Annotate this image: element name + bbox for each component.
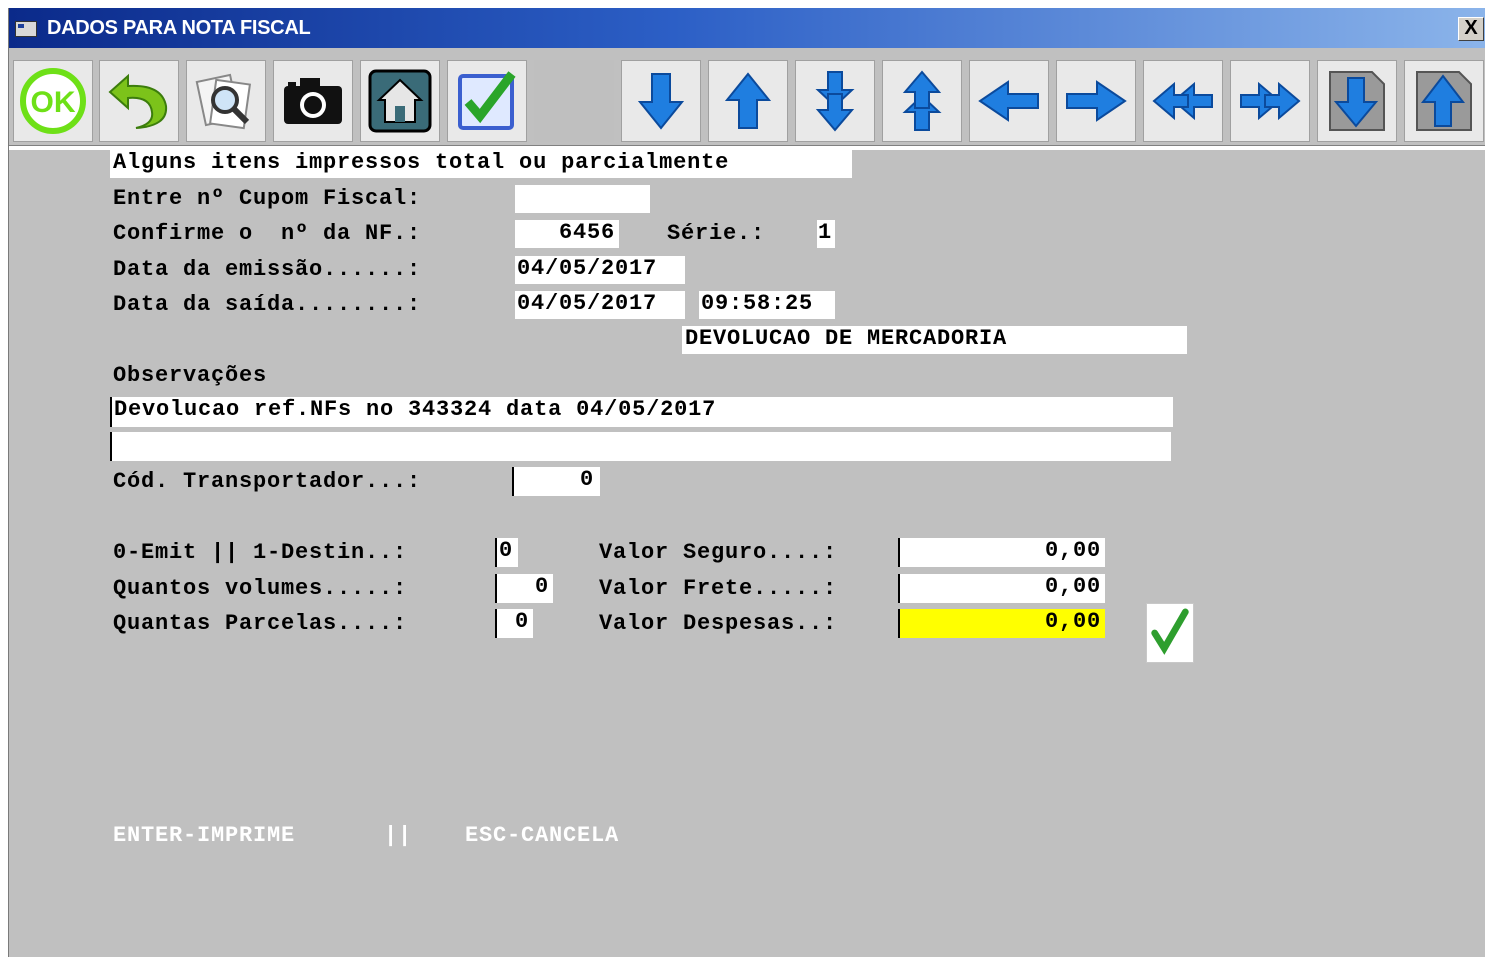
magnifier-icon [195, 73, 252, 130]
esc-hint: ESC-CANCELA [465, 823, 620, 848]
emissao-label: Data da emissão......: [113, 257, 422, 282]
saida-date-input[interactable]: 04/05/2017 [515, 291, 685, 319]
frete-label: Valor Frete.....: [599, 576, 838, 601]
page-down-button[interactable] [795, 60, 875, 142]
enter-hint: ENTER-IMPRIME [113, 823, 296, 848]
saida-time-input[interactable]: 09:58:25 [699, 291, 835, 319]
double-arrow-left-icon [1152, 81, 1213, 121]
valor-seguro-input[interactable]: 0,00 [898, 538, 1105, 567]
nf-label: Confirme o nº da NF.: [113, 221, 422, 246]
transportador-label: Cód. Transportador...: [113, 469, 422, 494]
emissao-date-input[interactable]: 04/05/2017 [515, 256, 685, 284]
double-arrow-right-icon [1240, 81, 1301, 121]
valor-despesas-input[interactable]: 0,00 [898, 609, 1105, 638]
search-button[interactable] [186, 60, 266, 142]
doc-arrow-down-icon [1329, 71, 1385, 131]
checkbox-icon [458, 71, 516, 130]
first-button[interactable] [1143, 60, 1223, 142]
end-button[interactable] [1317, 60, 1397, 142]
window-title: DADOS PARA NOTA FISCAL [47, 17, 311, 39]
volumes-input[interactable]: 0 [495, 574, 553, 603]
check-button[interactable] [447, 60, 527, 142]
toolbar: OK [9, 48, 1485, 148]
cupom-label: Entre nº Cupom Fiscal: [113, 186, 422, 211]
serie-input[interactable]: 1 [817, 220, 835, 248]
double-arrow-up-icon [902, 70, 942, 131]
left-button[interactable] [969, 60, 1049, 142]
top-button[interactable] [1404, 60, 1484, 142]
camera-icon [284, 78, 342, 124]
arrow-up-icon [724, 72, 772, 129]
arrow-right-icon [1066, 80, 1127, 122]
serie-label: Série.: [667, 221, 766, 246]
up-button[interactable] [708, 60, 788, 142]
blank-button [534, 60, 614, 142]
cupom-fiscal-input[interactable] [515, 185, 650, 213]
despesas-label: Valor Despesas..: [599, 611, 838, 636]
observacoes-line2-input[interactable] [110, 432, 1171, 461]
notice-text: Alguns itens impressos total ou parcialm… [110, 150, 852, 178]
right-button[interactable] [1056, 60, 1136, 142]
nf-number-input[interactable]: 6456 [515, 220, 619, 248]
svg-text:OK: OK [31, 86, 76, 119]
camera-button[interactable] [273, 60, 353, 142]
double-arrow-down-icon [815, 71, 855, 132]
emit-destin-input[interactable]: 0 [495, 538, 518, 567]
hint-separator: || [384, 823, 413, 848]
undo-arrow-icon [108, 73, 168, 129]
home-button[interactable] [360, 60, 440, 142]
checkmark-icon [1151, 608, 1189, 655]
emit-destin-label: 0-Emit || 1-Destin..: [113, 540, 408, 565]
page-up-button[interactable] [882, 60, 962, 142]
close-button[interactable]: X [1458, 17, 1484, 41]
title-bar[interactable]: DADOS PARA NOTA FISCAL X [9, 8, 1485, 48]
volumes-label: Quantos volumes.....: [113, 576, 408, 601]
last-button[interactable] [1230, 60, 1310, 142]
ok-button[interactable]: OK [13, 60, 93, 142]
arrow-left-icon [978, 80, 1039, 122]
home-icon [368, 69, 432, 133]
doc-arrow-up-icon [1416, 71, 1472, 131]
transportador-input[interactable]: 0 [512, 467, 600, 496]
observacoes-line1-input[interactable]: Devolucao ref.NFs no 343324 data 04/05/2… [110, 397, 1173, 427]
back-button[interactable] [99, 60, 179, 142]
confirm-button[interactable] [1146, 603, 1194, 663]
down-button[interactable] [621, 60, 701, 142]
ok-icon: OK [20, 68, 86, 134]
arrow-down-icon [637, 73, 685, 130]
saida-label: Data da saída........: [113, 292, 422, 317]
parcelas-input[interactable]: 0 [495, 609, 533, 638]
observacoes-label: Observações [113, 363, 268, 388]
window-icon [15, 21, 37, 37]
natureza-operacao-field[interactable]: DEVOLUCAO DE MERCADORIA [682, 326, 1187, 354]
valor-frete-input[interactable]: 0,00 [898, 574, 1105, 603]
seguro-label: Valor Seguro....: [599, 540, 838, 565]
parcelas-label: Quantas Parcelas....: [113, 611, 408, 636]
